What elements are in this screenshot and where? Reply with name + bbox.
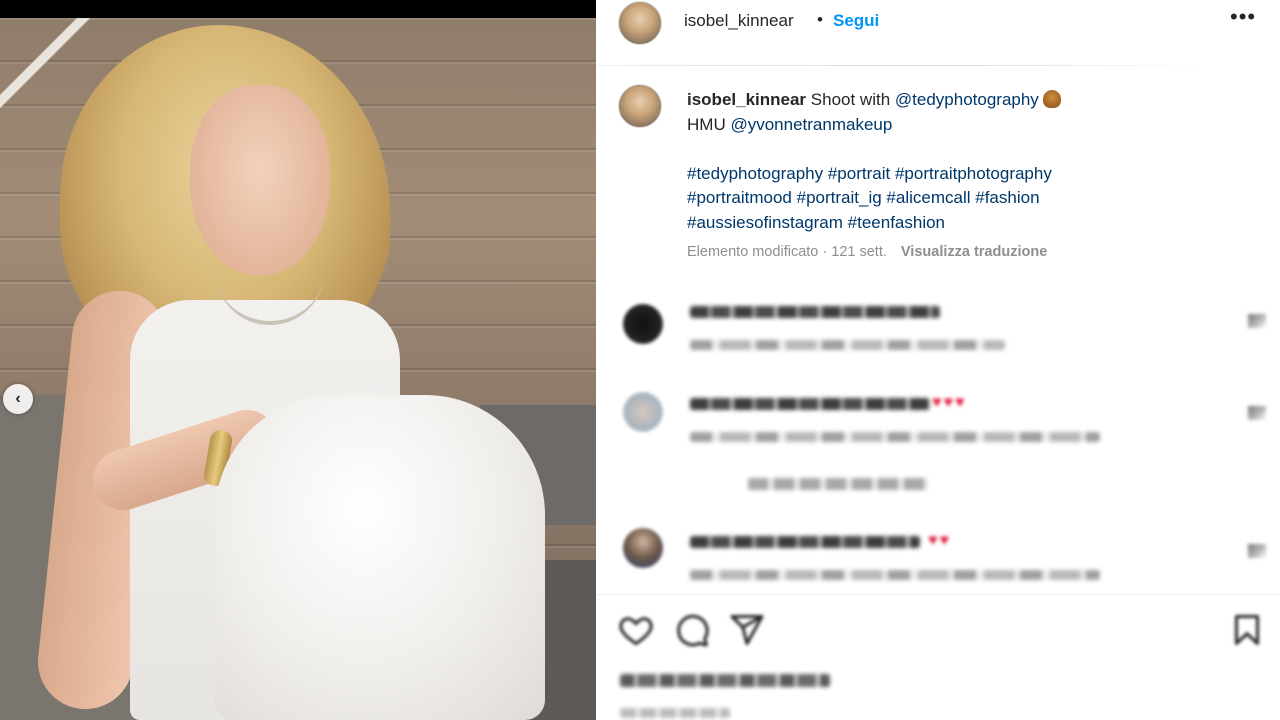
chevron-left-icon: ‹	[15, 390, 21, 407]
comment-meta-blurred	[690, 570, 1100, 580]
caption-username[interactable]: isobel_kinnear	[687, 90, 806, 109]
author-username[interactable]: isobel_kinnear	[684, 11, 794, 31]
caption-meta: Elemento modificato · 121 sett. Visualizz…	[687, 244, 1047, 260]
comment-item	[596, 296, 1280, 366]
hearts-emoji-icon: ♥♥♥	[932, 394, 967, 411]
comment-like-icon[interactable]	[1248, 314, 1266, 328]
post-header: isobel_kinnear • Segui •••	[596, 0, 1280, 66]
commenter-avatar[interactable]	[623, 528, 663, 568]
heart-icon[interactable]	[618, 612, 654, 648]
follow-button[interactable]: Segui	[833, 11, 879, 31]
action-bar	[596, 600, 1280, 660]
comment-like-icon[interactable]	[1248, 544, 1266, 558]
author-avatar[interactable]	[618, 1, 662, 45]
meta-separator: ·	[818, 244, 832, 260]
hashtag[interactable]: #fashion	[975, 188, 1039, 207]
post-age[interactable]: 121 sett.	[831, 244, 887, 260]
comment-meta-blurred	[690, 432, 1100, 442]
paper-plane-icon[interactable]	[729, 612, 765, 648]
header-divider	[596, 65, 1280, 66]
hashtag[interactable]: #portraitmood	[687, 188, 792, 207]
comment-icon[interactable]	[674, 612, 710, 648]
carousel-prev-button[interactable]: ‹	[3, 384, 33, 414]
view-replies-blurred[interactable]	[748, 478, 928, 490]
image-subject-face	[190, 85, 330, 275]
image-subject-knee	[215, 395, 545, 720]
comment-text-blurred	[690, 398, 930, 410]
top-black-bar	[0, 0, 596, 18]
commenter-avatar[interactable]	[623, 392, 663, 432]
hashtag[interactable]: #alicemcall	[886, 188, 970, 207]
hashtag[interactable]: #portrait	[828, 164, 890, 183]
comment-item: ♥♥	[596, 526, 1280, 596]
post-side-panel: isobel_kinnear • Segui ••• isobel_kinnea…	[596, 0, 1280, 720]
hashtag[interactable]: #tedyphotography	[687, 164, 823, 183]
actions-divider	[596, 594, 1280, 595]
mention-makeup[interactable]: @yvonnetranmakeup	[730, 115, 892, 134]
comment-text-blurred	[690, 306, 940, 318]
comment-like-icon[interactable]	[1248, 406, 1266, 420]
commenter-avatar[interactable]	[623, 304, 663, 344]
caption-text-shoot: Shoot with	[806, 90, 895, 109]
caption-text: isobel_kinnear Shoot with @tedyphotograp…	[687, 88, 1247, 235]
comment-item: ♥♥♥	[596, 388, 1280, 458]
comment-text-blurred	[690, 536, 920, 548]
edited-label: Elemento modificato	[687, 244, 819, 260]
translate-button[interactable]: Visualizza traduzione	[901, 244, 1047, 260]
mention-photographer[interactable]: @tedyphotography	[895, 90, 1039, 109]
hashtag[interactable]: #teenfashion	[848, 213, 945, 232]
caption-text-hmu: HMU	[687, 114, 731, 134]
comment-meta-blurred	[690, 340, 1005, 350]
post-image[interactable]: ‹	[0, 0, 596, 720]
likes-count-blurred[interactable]	[620, 674, 830, 687]
bookmark-icon[interactable]	[1229, 612, 1265, 648]
acorn-emoji-icon	[1042, 90, 1061, 108]
hashtag[interactable]: #portraitphotography	[895, 164, 1052, 183]
hashtag[interactable]: #portrait_ig	[797, 188, 882, 207]
caption-author-avatar[interactable]	[618, 84, 662, 128]
header-separator: •	[817, 10, 823, 29]
post-date-blurred	[620, 708, 730, 718]
hashtag[interactable]: #aussiesofinstagram	[687, 213, 843, 232]
more-options-icon[interactable]: •••	[1230, 4, 1256, 30]
hearts-emoji-icon: ♥♥	[928, 532, 951, 549]
image-handrail	[0, 18, 90, 118]
